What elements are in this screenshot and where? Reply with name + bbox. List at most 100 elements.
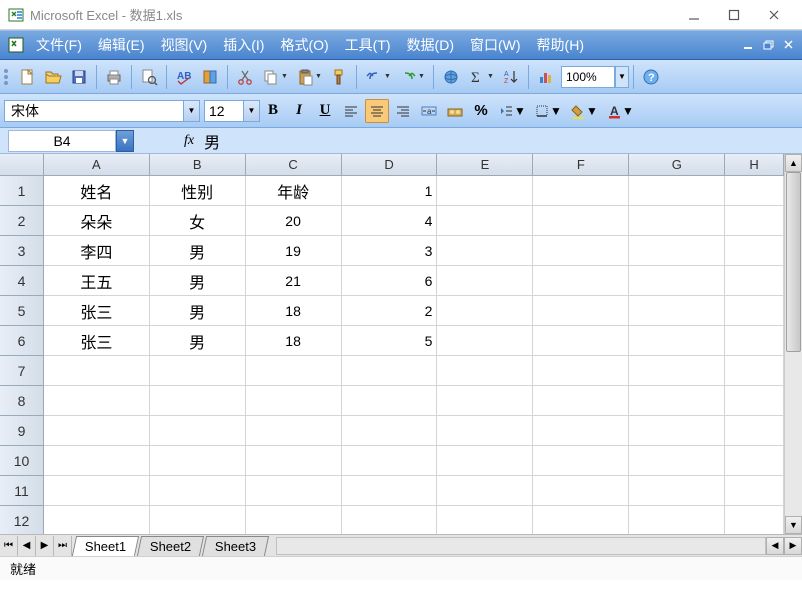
copy-button[interactable]: ▼ (259, 65, 291, 89)
cell[interactable] (533, 446, 629, 476)
menu-window[interactable]: 窗口(W) (462, 32, 529, 58)
row-header[interactable]: 8 (0, 386, 44, 416)
percent-button[interactable]: % (469, 99, 493, 123)
row-header[interactable]: 1 (0, 176, 44, 206)
row-header[interactable]: 2 (0, 206, 44, 236)
tab-nav-first[interactable]: ⏮ (0, 536, 18, 556)
cell[interactable] (150, 476, 246, 506)
scroll-right-button[interactable]: ▶ (784, 537, 802, 555)
cell[interactable]: 男 (150, 296, 246, 326)
cell[interactable] (629, 206, 725, 236)
cell[interactable] (44, 506, 150, 534)
font-name-input[interactable]: 宋体 (4, 100, 184, 122)
bold-button[interactable]: B (261, 99, 285, 123)
menu-data[interactable]: 数据(D) (399, 32, 462, 58)
doc-minimize-button[interactable] (740, 36, 758, 54)
cell[interactable] (44, 476, 150, 506)
cell[interactable]: 性别 (150, 176, 246, 206)
help-button[interactable]: ? (639, 65, 663, 89)
cell[interactable] (533, 506, 629, 534)
formula-input[interactable]: 男 (204, 129, 220, 153)
menu-format[interactable]: 格式(O) (272, 32, 336, 58)
font-name-dropdown[interactable]: ▼ (184, 100, 200, 122)
menu-file[interactable]: 文件(F) (28, 32, 90, 58)
row-header[interactable]: 12 (0, 506, 44, 534)
cell[interactable] (437, 356, 533, 386)
sheet-tab-1[interactable]: Sheet1 (72, 536, 139, 556)
cell[interactable] (437, 296, 533, 326)
excel-doc-icon[interactable] (6, 35, 26, 55)
paste-button[interactable]: ▼ (293, 65, 325, 89)
cell[interactable] (437, 506, 533, 534)
cell[interactable]: 4 (342, 206, 438, 236)
cell[interactable] (629, 446, 725, 476)
merge-center-button[interactable]: a (417, 99, 441, 123)
cell[interactable] (44, 386, 150, 416)
cell[interactable] (437, 266, 533, 296)
cell[interactable]: 2 (342, 296, 438, 326)
cell[interactable] (246, 476, 342, 506)
cell[interactable] (246, 416, 342, 446)
cell[interactable] (725, 236, 784, 266)
cell[interactable] (533, 176, 629, 206)
cell[interactable] (44, 446, 150, 476)
column-header[interactable]: B (150, 154, 246, 176)
fill-color-button[interactable]: ▼ (567, 99, 601, 123)
cell[interactable] (44, 356, 150, 386)
cell[interactable] (150, 386, 246, 416)
cell[interactable] (629, 326, 725, 356)
cut-button[interactable] (233, 65, 257, 89)
cell[interactable] (437, 206, 533, 236)
cell[interactable] (629, 356, 725, 386)
align-left-button[interactable] (339, 99, 363, 123)
save-button[interactable] (67, 65, 91, 89)
align-right-button[interactable] (391, 99, 415, 123)
cell[interactable] (533, 236, 629, 266)
column-header[interactable]: C (246, 154, 342, 176)
name-box-dropdown[interactable]: ▼ (116, 130, 134, 152)
cell[interactable] (533, 416, 629, 446)
tab-nav-last[interactable]: ⏭ (54, 536, 72, 556)
cell[interactable]: 5 (342, 326, 438, 356)
autosum-button[interactable]: Σ▼ (465, 65, 497, 89)
cell[interactable]: 张三 (44, 296, 150, 326)
row-header[interactable]: 6 (0, 326, 44, 356)
cell[interactable] (725, 176, 784, 206)
cell[interactable]: 王五 (44, 266, 150, 296)
zoom-input[interactable]: 100% (561, 66, 615, 88)
horizontal-scrollbar[interactable] (276, 537, 766, 555)
vertical-scroll-thumb[interactable] (786, 172, 801, 352)
chart-wizard-button[interactable] (534, 65, 558, 89)
spelling-button[interactable]: AB (172, 65, 196, 89)
zoom-dropdown[interactable]: ▼ (615, 66, 629, 88)
row-header[interactable]: 7 (0, 356, 44, 386)
new-button[interactable] (15, 65, 39, 89)
sheet-tab-3[interactable]: Sheet3 (202, 536, 269, 556)
cell[interactable]: 18 (246, 326, 342, 356)
column-header[interactable]: F (533, 154, 629, 176)
sort-asc-button[interactable]: AZ (499, 65, 523, 89)
cell[interactable] (437, 446, 533, 476)
cell[interactable] (725, 476, 784, 506)
underline-button[interactable]: U (313, 99, 337, 123)
cell[interactable]: 20 (246, 206, 342, 236)
scroll-left-button[interactable]: ◀ (766, 537, 784, 555)
cell[interactable]: 年龄 (246, 176, 342, 206)
row-header[interactable]: 9 (0, 416, 44, 446)
open-button[interactable] (41, 65, 65, 89)
borders-button[interactable]: ▼ (531, 99, 565, 123)
column-header[interactable]: E (437, 154, 533, 176)
print-preview-button[interactable] (137, 65, 161, 89)
fx-icon[interactable]: fx (184, 133, 194, 149)
cell[interactable]: 姓名 (44, 176, 150, 206)
cell[interactable] (533, 356, 629, 386)
cell[interactable] (437, 176, 533, 206)
cell[interactable] (725, 206, 784, 236)
maximize-button[interactable] (714, 1, 754, 29)
cell[interactable]: 男 (150, 266, 246, 296)
sheet-tab-2[interactable]: Sheet2 (137, 536, 204, 556)
format-painter-button[interactable] (327, 65, 351, 89)
column-header[interactable]: H (725, 154, 784, 176)
column-header[interactable]: G (629, 154, 725, 176)
cell[interactable]: 19 (246, 236, 342, 266)
